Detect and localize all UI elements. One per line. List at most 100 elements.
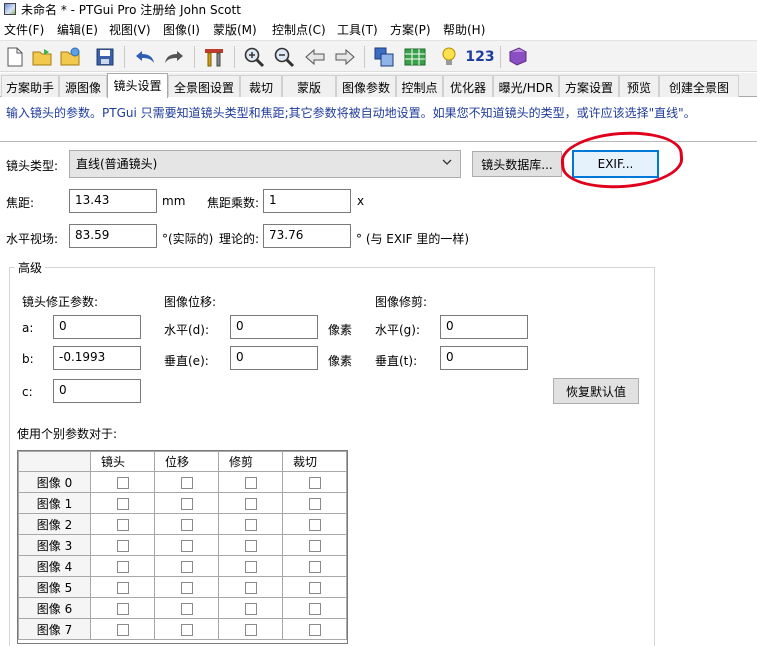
redo-icon[interactable]: [162, 45, 186, 69]
tab-crop[interactable]: 裁切: [240, 75, 282, 97]
hfov-unit-label: °(实际的): [162, 232, 214, 246]
column-header-lens: 镜头: [90, 451, 155, 472]
table-row: 图像 1: [18, 492, 347, 514]
menu-help[interactable]: 帮助(H): [443, 21, 485, 38]
param-b-input[interactable]: -0.1993: [53, 346, 141, 370]
numbering-button[interactable]: 123: [465, 45, 494, 69]
crop-checkbox[interactable]: [308, 476, 321, 489]
menu-view[interactable]: 视图(V): [109, 21, 151, 38]
lens-checkbox[interactable]: [116, 560, 129, 573]
column-header-shear: 修剪: [218, 451, 283, 472]
column-header-crop: 裁切: [282, 451, 347, 472]
lens-checkbox[interactable]: [116, 476, 129, 489]
focal-multiplier-input[interactable]: 1: [263, 189, 351, 213]
toolbar-separator: [500, 46, 501, 68]
focal-length-input[interactable]: 13.43: [69, 189, 157, 213]
lens-checkbox[interactable]: [116, 581, 129, 594]
lens-checkbox[interactable]: [116, 602, 129, 615]
new-file-icon[interactable]: [3, 45, 27, 69]
shear-horizontal-input[interactable]: 0: [440, 315, 528, 339]
shear-checkbox[interactable]: [244, 623, 257, 636]
tab-mask[interactable]: 蒙版: [282, 75, 336, 97]
tab-project-settings[interactable]: 方案设置: [559, 75, 619, 97]
tab-project-assistant[interactable]: 方案助手: [1, 75, 59, 97]
crop-checkbox[interactable]: [308, 581, 321, 594]
shear-checkbox[interactable]: [244, 539, 257, 552]
tab-create-panorama[interactable]: 创建全景图: [659, 75, 739, 97]
lens-checkbox[interactable]: [116, 518, 129, 531]
panorama-editor-icon[interactable]: [372, 45, 396, 69]
tab-lens-settings[interactable]: 镜头设置: [107, 73, 168, 98]
lightbulb-icon[interactable]: [437, 45, 461, 69]
shear-checkbox[interactable]: [244, 602, 257, 615]
shift-horizontal-input[interactable]: 0: [230, 315, 318, 339]
menu-mask[interactable]: 蒙版(M): [213, 21, 257, 38]
crop-checkbox[interactable]: [308, 560, 321, 573]
tab-panorama-settings[interactable]: 全景图设置: [168, 75, 240, 97]
menu-bar: 文件(F) 编辑(E) 视图(V) 图像(I) 蒙版(M) 控制点(C) 工具(…: [0, 19, 757, 39]
zoom-in-icon[interactable]: [242, 45, 266, 69]
shear-checkbox[interactable]: [244, 476, 257, 489]
lens-checkbox[interactable]: [116, 539, 129, 552]
menu-image[interactable]: 图像(I): [163, 21, 200, 38]
shear-checkbox[interactable]: [244, 518, 257, 531]
lens-checkbox[interactable]: [116, 497, 129, 510]
menu-project[interactable]: 方案(P): [390, 21, 431, 38]
lens-database-button[interactable]: 镜头数据库...: [472, 151, 562, 177]
lens-type-select[interactable]: 直线(普通镜头): [69, 150, 461, 178]
open-folder-icon[interactable]: [31, 45, 55, 69]
zoom-out-icon[interactable]: [272, 45, 296, 69]
shear-checkbox[interactable]: [244, 560, 257, 573]
shift-checkbox[interactable]: [180, 518, 193, 531]
crop-checkbox[interactable]: [308, 602, 321, 615]
hfov-input[interactable]: 83.59: [69, 224, 157, 248]
tab-image-parameters[interactable]: 图像参数: [336, 75, 396, 97]
shift-checkbox[interactable]: [180, 581, 193, 594]
tab-source-images[interactable]: 源图像: [59, 75, 107, 97]
shift-checkbox[interactable]: [180, 539, 193, 552]
shift-checkbox[interactable]: [180, 623, 193, 636]
param-c-label: c:: [22, 385, 33, 399]
lens-checkbox[interactable]: [116, 623, 129, 636]
help-book-icon[interactable]: [506, 45, 530, 69]
tools-icon[interactable]: [202, 45, 226, 69]
shift-vertical-unit: 像素: [328, 354, 353, 368]
theoretical-hfov-input[interactable]: 73.76: [263, 224, 351, 248]
shear-checkbox[interactable]: [244, 497, 257, 510]
shift-horizontal-unit: 像素: [328, 323, 353, 337]
tab-exposure-hdr[interactable]: 曝光/HDR: [493, 75, 559, 97]
chevron-down-icon: [442, 159, 452, 165]
tab-optimizer[interactable]: 优化器: [443, 75, 493, 97]
table-row: 图像 6: [18, 597, 347, 619]
menu-tools[interactable]: 工具(T): [337, 21, 378, 38]
shear-checkbox[interactable]: [244, 581, 257, 594]
menu-file[interactable]: 文件(F): [4, 21, 44, 38]
tab-preview[interactable]: 预览: [619, 75, 659, 97]
crop-checkbox[interactable]: [308, 539, 321, 552]
crop-checkbox[interactable]: [308, 518, 321, 531]
toolbar-separator: [194, 46, 195, 68]
arrow-right-icon[interactable]: [333, 45, 357, 69]
menu-edit[interactable]: 编辑(E): [57, 21, 98, 38]
param-a-input[interactable]: 0: [53, 315, 141, 339]
row-header: 图像 6: [18, 597, 91, 619]
open-recent-icon[interactable]: [59, 45, 83, 69]
param-c-input[interactable]: 0: [53, 379, 141, 403]
save-icon[interactable]: [93, 45, 117, 69]
crop-checkbox[interactable]: [308, 623, 321, 636]
shift-checkbox[interactable]: [180, 476, 193, 489]
focal-unit-label: mm: [162, 194, 186, 208]
shift-checkbox[interactable]: [180, 602, 193, 615]
shift-vertical-input[interactable]: 0: [230, 346, 318, 370]
app-icon: [4, 3, 16, 15]
undo-icon[interactable]: [133, 45, 157, 69]
shift-checkbox[interactable]: [180, 497, 193, 510]
tab-control-points[interactable]: 控制点: [396, 75, 443, 97]
shift-checkbox[interactable]: [180, 560, 193, 573]
arrow-left-icon[interactable]: [303, 45, 327, 69]
restore-defaults-button[interactable]: 恢复默认值: [553, 378, 639, 404]
table-icon[interactable]: [403, 45, 427, 69]
crop-checkbox[interactable]: [308, 497, 321, 510]
menu-control-points[interactable]: 控制点(C): [272, 21, 326, 38]
shear-vertical-input[interactable]: 0: [440, 346, 528, 370]
